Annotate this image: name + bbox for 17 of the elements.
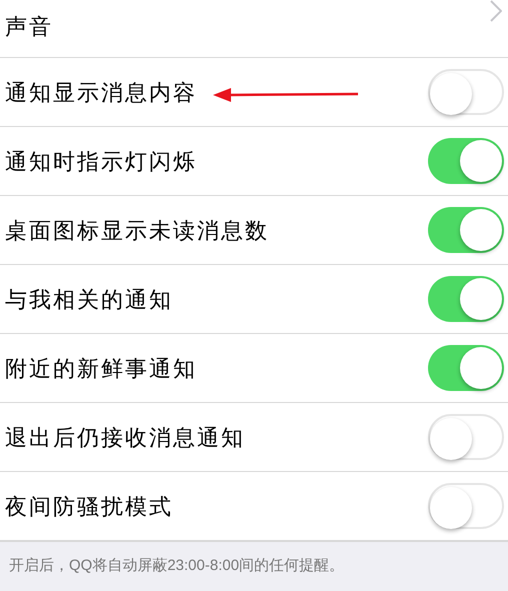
toggle-switch[interactable] [428,207,504,253]
toggle-switch[interactable] [428,276,504,322]
toggle-switch[interactable] [428,483,504,529]
setting-label: 声音 [5,13,53,41]
chevron-icon [490,0,502,22]
footer-note: 开启后，QQ将自动屏蔽23:00-8:00间的任何提醒。 [9,556,344,576]
setting-label: 通知时指示灯闪烁 [5,148,197,176]
toggle-switch[interactable] [428,345,504,391]
toggle-switch[interactable] [428,69,504,115]
setting-label: 夜间防骚扰模式 [5,492,173,520]
setting-label: 通知显示消息内容 [5,78,197,106]
setting-label: 退出后仍接收消息通知 [5,424,245,452]
setting-label: 桌面图标显示未读消息数 [5,216,269,244]
setting-label: 附近的新鲜事通知 [5,354,197,382]
toggle-switch[interactable] [428,138,504,184]
setting-label: 与我相关的通知 [5,286,173,314]
toggle-switch[interactable] [428,414,504,460]
